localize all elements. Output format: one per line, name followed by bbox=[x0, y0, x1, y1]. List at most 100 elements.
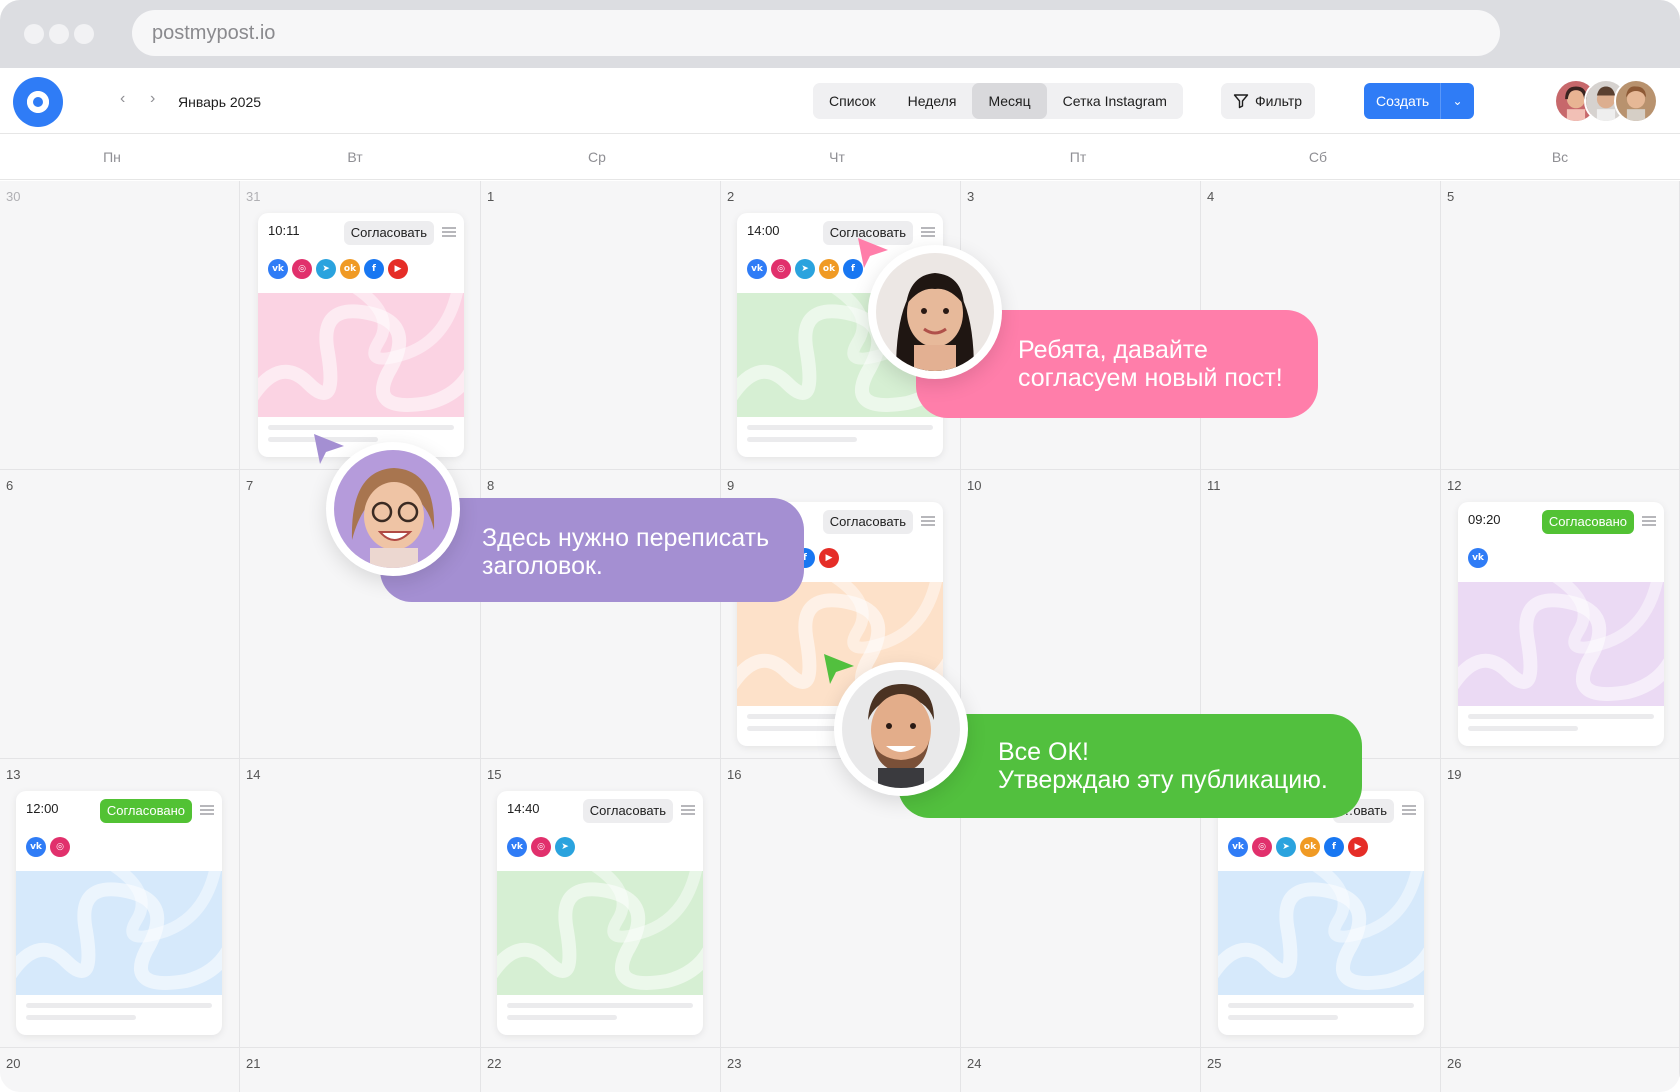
day-number: 19 bbox=[1447, 767, 1462, 782]
day-number: 8 bbox=[487, 478, 495, 493]
weekday-header: Пн Вт Ср Чт Пт Сб Вс bbox=[0, 134, 1680, 180]
approval-status-badge[interactable]: Согласовано bbox=[99, 799, 192, 823]
create-dropdown-icon[interactable]: ⌄ bbox=[1440, 83, 1474, 119]
approval-status-badge[interactable]: Согласовать bbox=[822, 510, 913, 534]
social-networks: vk ◎ ➤ ok f ▶ bbox=[1228, 837, 1368, 857]
post-menu-icon[interactable] bbox=[921, 516, 935, 526]
instagram-icon: ◎ bbox=[50, 837, 70, 857]
postmypost-logo[interactable] bbox=[13, 77, 63, 127]
youtube-icon: ▶ bbox=[1348, 837, 1368, 857]
text-placeholder-line bbox=[1468, 726, 1578, 731]
youtube-icon: ▶ bbox=[388, 259, 408, 279]
browser-chrome: postmypost.io bbox=[0, 0, 1680, 68]
window-close-dot[interactable] bbox=[24, 24, 44, 44]
ok-icon: ok bbox=[1300, 837, 1320, 857]
text-placeholder-line bbox=[1468, 714, 1654, 719]
post-time: 14:40 bbox=[507, 801, 540, 816]
comment-text: согласуем новый пост! bbox=[1018, 364, 1283, 392]
text-placeholder-line bbox=[507, 1003, 693, 1008]
filter-button[interactable]: Фильтр bbox=[1221, 83, 1315, 119]
create-button[interactable]: Создать ⌄ bbox=[1364, 83, 1474, 119]
day-cell[interactable]: 22 bbox=[481, 1048, 721, 1092]
facebook-icon: f bbox=[1324, 837, 1344, 857]
approval-status-badge[interactable]: Согласовать bbox=[582, 799, 673, 823]
weekday-label: Ср bbox=[588, 149, 606, 165]
post-card[interactable]: …овать vk ◎ ➤ ok f ▶ bbox=[1218, 791, 1424, 1035]
comment-text: Утверждаю эту публикацию. bbox=[998, 766, 1328, 794]
day-number: 4 bbox=[1207, 189, 1215, 204]
cursor-pointer-icon bbox=[314, 434, 344, 464]
day-cell[interactable]: 14 bbox=[240, 759, 481, 1048]
day-number: 3 bbox=[967, 189, 975, 204]
post-time: 12:00 bbox=[26, 801, 59, 816]
day-cell[interactable]: 21 bbox=[240, 1048, 481, 1092]
address-bar[interactable]: postmypost.io bbox=[132, 10, 1500, 56]
vk-icon: vk bbox=[1468, 548, 1488, 568]
vk-icon: vk bbox=[1228, 837, 1248, 857]
post-time: 10:11 bbox=[268, 223, 300, 238]
post-time: 09:20 bbox=[1468, 512, 1501, 527]
day-cell[interactable]: 23 bbox=[721, 1048, 961, 1092]
cursor-pointer-icon bbox=[824, 654, 854, 684]
comment-text: заголовок. bbox=[482, 552, 603, 580]
commenter-avatar bbox=[868, 245, 1002, 379]
telegram-icon: ➤ bbox=[1276, 837, 1296, 857]
approval-status-badge[interactable]: Согласовано bbox=[1541, 510, 1634, 534]
post-card[interactable]: 14:40 Согласовать vk ◎ ➤ bbox=[497, 791, 703, 1035]
commenter-avatar bbox=[834, 662, 968, 796]
text-placeholder-line bbox=[1228, 1003, 1414, 1008]
day-cell[interactable]: 5 bbox=[1441, 181, 1680, 470]
day-number: 25 bbox=[1207, 1056, 1222, 1071]
tab-week[interactable]: Неделя bbox=[892, 83, 973, 119]
window-maximize-dot[interactable] bbox=[74, 24, 94, 44]
vk-icon: vk bbox=[268, 259, 288, 279]
post-card[interactable]: 09:20 Согласовано vk bbox=[1458, 502, 1664, 746]
post-menu-icon[interactable] bbox=[921, 227, 935, 237]
window-minimize-dot[interactable] bbox=[49, 24, 69, 44]
day-cell[interactable]: 19 bbox=[1441, 759, 1680, 1048]
day-number: 2 bbox=[727, 189, 735, 204]
post-menu-icon[interactable] bbox=[681, 805, 695, 815]
social-networks: vk ◎ ➤ ok f ▶ bbox=[268, 259, 408, 279]
day-cell[interactable]: 24 bbox=[961, 1048, 1201, 1092]
filter-label: Фильтр bbox=[1255, 93, 1303, 109]
post-image-placeholder bbox=[1458, 582, 1664, 706]
day-cell[interactable]: 25 bbox=[1201, 1048, 1441, 1092]
day-number: 22 bbox=[487, 1056, 502, 1071]
next-month-icon[interactable]: › bbox=[150, 90, 155, 108]
prev-month-icon[interactable]: ‹ bbox=[120, 90, 125, 108]
vk-icon: vk bbox=[26, 837, 46, 857]
post-card[interactable]: 10:11 Согласовать vk ◎ ➤ ok f ▶ bbox=[258, 213, 464, 457]
post-menu-icon[interactable] bbox=[200, 805, 214, 815]
text-placeholder-line bbox=[26, 1003, 212, 1008]
social-networks: vk bbox=[1468, 548, 1488, 568]
tab-instagram-grid[interactable]: Сетка Instagram bbox=[1047, 83, 1183, 119]
day-number: 9 bbox=[727, 478, 735, 493]
day-number: 14 bbox=[246, 767, 261, 782]
tab-month[interactable]: Месяц bbox=[972, 83, 1047, 119]
day-cell[interactable]: 30 bbox=[0, 181, 240, 470]
post-menu-icon[interactable] bbox=[1642, 516, 1656, 526]
day-cell[interactable]: 20 bbox=[0, 1048, 240, 1092]
comment-text: Здесь нужно переписать bbox=[482, 524, 770, 552]
avatar bbox=[1614, 79, 1658, 123]
comment-text: Ребята, давайте bbox=[1018, 336, 1208, 364]
day-number: 30 bbox=[6, 189, 21, 204]
post-menu-icon[interactable] bbox=[1402, 805, 1416, 815]
day-cell[interactable]: 6 bbox=[0, 470, 240, 759]
tab-list[interactable]: Список bbox=[813, 83, 892, 119]
instagram-icon: ◎ bbox=[292, 259, 312, 279]
post-image-placeholder bbox=[258, 293, 464, 417]
browser-window: postmypost.io ‹ › Январь 2025 Список Нед… bbox=[0, 0, 1680, 1092]
day-number: 21 bbox=[246, 1056, 261, 1071]
instagram-icon: ◎ bbox=[771, 259, 791, 279]
day-cell[interactable]: 1 bbox=[481, 181, 721, 470]
day-cell[interactable]: 26 bbox=[1441, 1048, 1680, 1092]
approval-status-badge[interactable]: Согласовать bbox=[343, 221, 434, 245]
day-number: 24 bbox=[967, 1056, 982, 1071]
ok-icon: ok bbox=[340, 259, 360, 279]
text-placeholder-line bbox=[1228, 1015, 1338, 1020]
post-image-placeholder bbox=[1218, 871, 1424, 995]
post-menu-icon[interactable] bbox=[442, 227, 456, 237]
post-card[interactable]: 12:00 Согласовано vk ◎ bbox=[16, 791, 222, 1035]
